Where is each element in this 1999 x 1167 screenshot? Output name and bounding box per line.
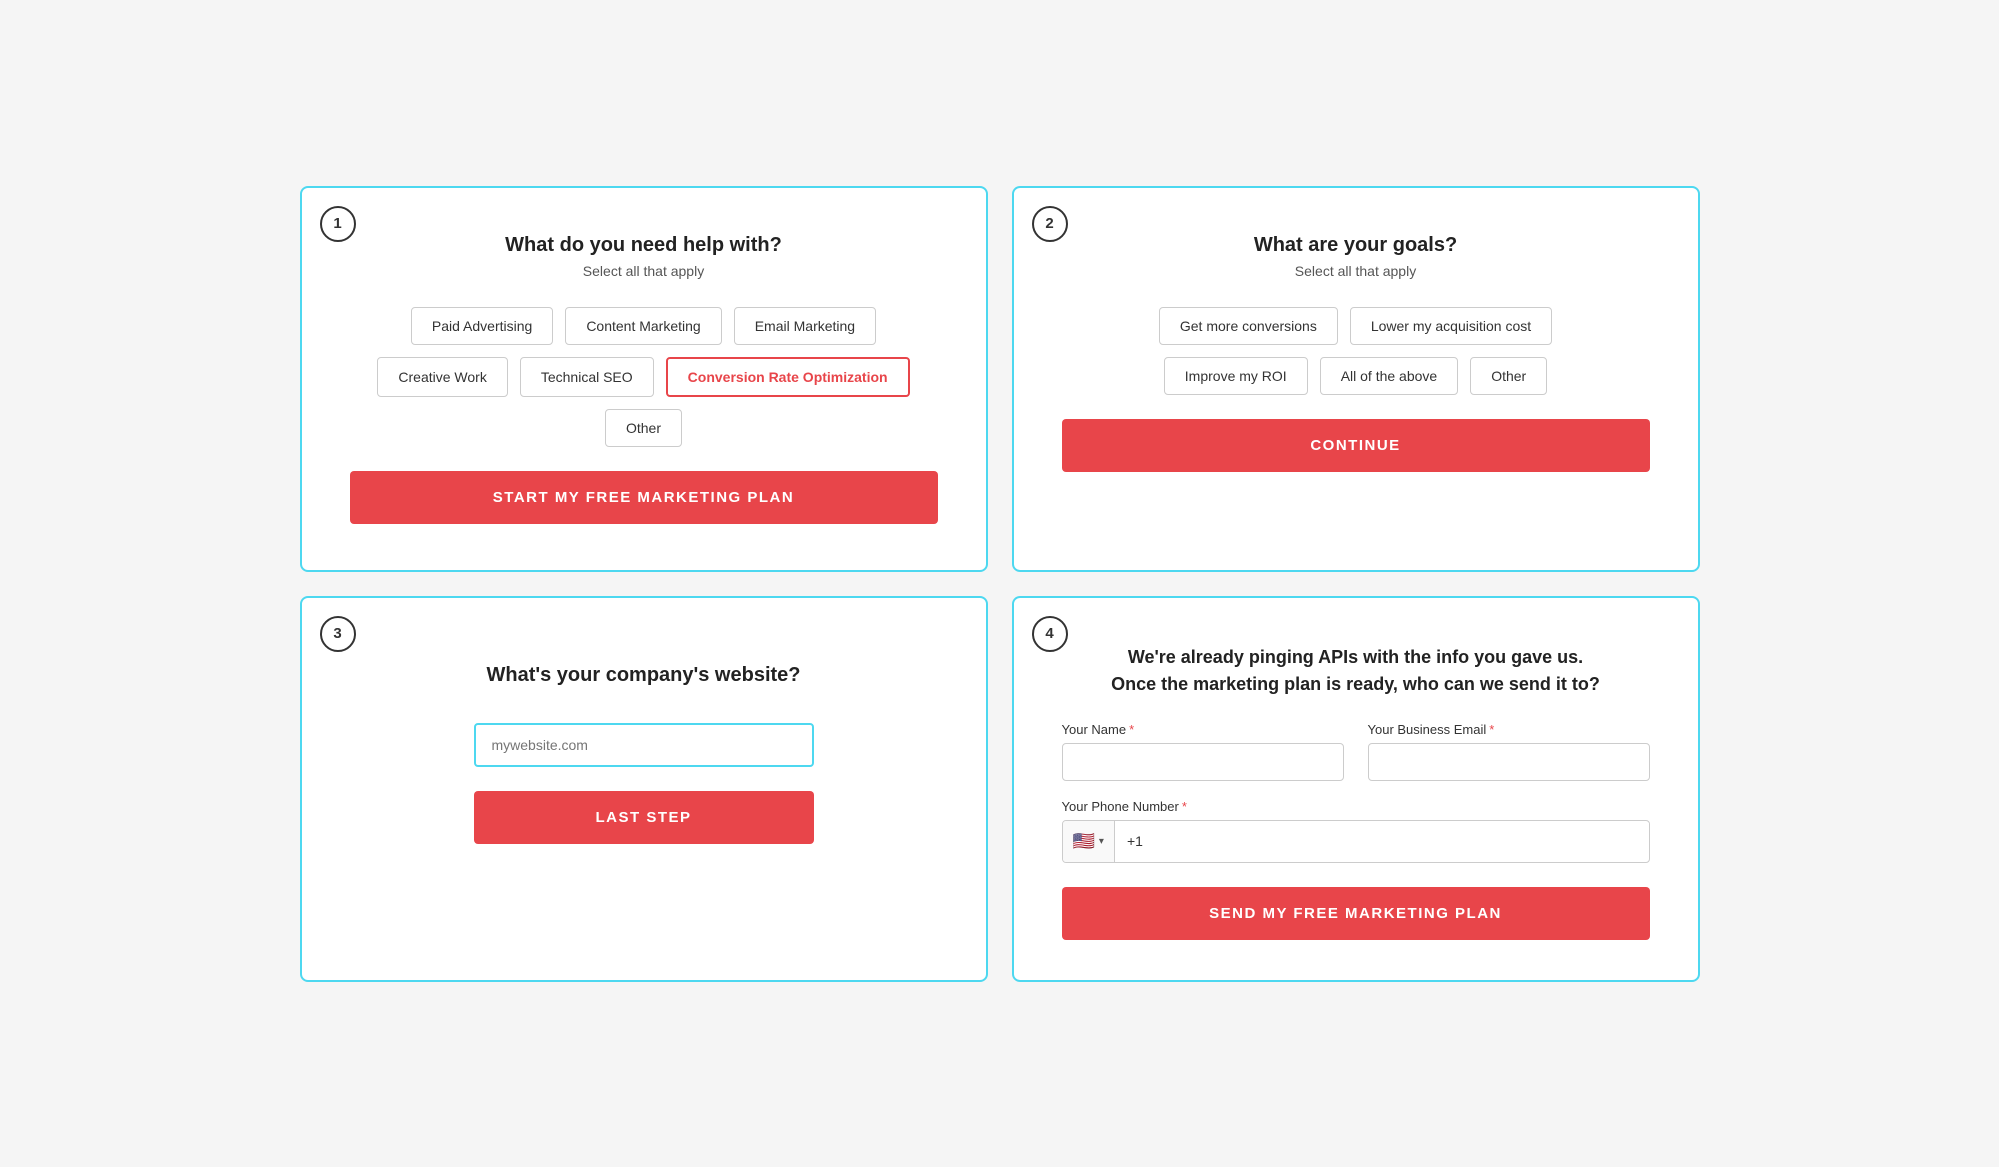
email-input[interactable] [1368,743,1650,781]
card-1-title: What do you need help with? [350,234,938,257]
option-creative-work[interactable]: Creative Work [377,357,507,397]
option-technical-seo[interactable]: Technical SEO [520,357,654,397]
card-4-header-line1: We're already pinging APIs with the info… [1128,647,1583,667]
option-other-2[interactable]: Other [1470,357,1547,395]
phone-input[interactable] [1115,823,1649,859]
card-3-title: What's your company's website? [486,664,800,687]
website-input[interactable] [474,723,814,767]
option-email-marketing[interactable]: Email Marketing [734,307,876,345]
start-free-plan-button[interactable]: START MY FREE MARKETING PLAN [350,471,938,524]
flag-emoji: 🇺🇸 [1073,831,1095,852]
phone-row: 🇺🇸 ▾ [1062,820,1650,863]
option-other-1[interactable]: Other [605,409,682,447]
card-1-options-row1: Paid Advertising Content Marketing Email… [350,307,938,345]
card-4-header-line2: Once the marketing plan is ready, who ca… [1111,674,1600,694]
card-2-options-row2: Improve my ROI All of the above Other [1062,357,1650,395]
step-2-number: 2 [1032,206,1068,242]
option-paid-advertising[interactable]: Paid Advertising [411,307,553,345]
card-1-options-row3: Other [350,409,938,447]
card-1-options-row2: Creative Work Technical SEO Conversion R… [350,357,938,397]
card-3-inner: What's your company's website? LAST STEP [350,654,938,844]
chevron-down-icon: ▾ [1099,836,1104,847]
step-3-number: 3 [320,616,356,652]
card-4-name-email-row: Your Name* Your Business Email* [1062,722,1650,781]
option-get-more-conversions[interactable]: Get more conversions [1159,307,1338,345]
website-input-wrap [474,723,814,767]
last-step-button[interactable]: LAST STEP [474,791,814,844]
name-input[interactable] [1062,743,1344,781]
card-1-subtitle: Select all that apply [350,263,938,279]
continue-button[interactable]: CONTINUE [1062,419,1650,472]
option-conversion-rate[interactable]: Conversion Rate Optimization [666,357,910,397]
email-label: Your Business Email* [1368,722,1650,737]
name-group: Your Name* [1062,722,1344,781]
phone-flag-selector[interactable]: 🇺🇸 ▾ [1063,821,1115,862]
card-1: 1 What do you need help with? Select all… [300,186,988,572]
card-2-options-row1: Get more conversions Lower my acquisitio… [1062,307,1650,345]
email-group: Your Business Email* [1368,722,1650,781]
step-1-number: 1 [320,206,356,242]
main-grid: 1 What do you need help with? Select all… [300,186,1700,982]
option-improve-roi[interactable]: Improve my ROI [1164,357,1308,395]
phone-group: Your Phone Number* 🇺🇸 ▾ [1062,799,1650,863]
card-2-subtitle: Select all that apply [1062,263,1650,279]
option-lower-acquisition-cost[interactable]: Lower my acquisition cost [1350,307,1552,345]
card-4: 4 We're already pinging APIs with the in… [1012,596,1700,982]
card-2-title: What are your goals? [1062,234,1650,257]
option-all-of-above[interactable]: All of the above [1320,357,1459,395]
phone-label: Your Phone Number* [1062,799,1650,814]
option-content-marketing[interactable]: Content Marketing [565,307,721,345]
step-4-number: 4 [1032,616,1068,652]
card-4-header: We're already pinging APIs with the info… [1062,644,1650,698]
name-label: Your Name* [1062,722,1344,737]
send-plan-button[interactable]: SEND MY FREE MARKETING PLAN [1062,887,1650,940]
card-3: 3 What's your company's website? LAST ST… [300,596,988,982]
card-2: 2 What are your goals? Select all that a… [1012,186,1700,572]
